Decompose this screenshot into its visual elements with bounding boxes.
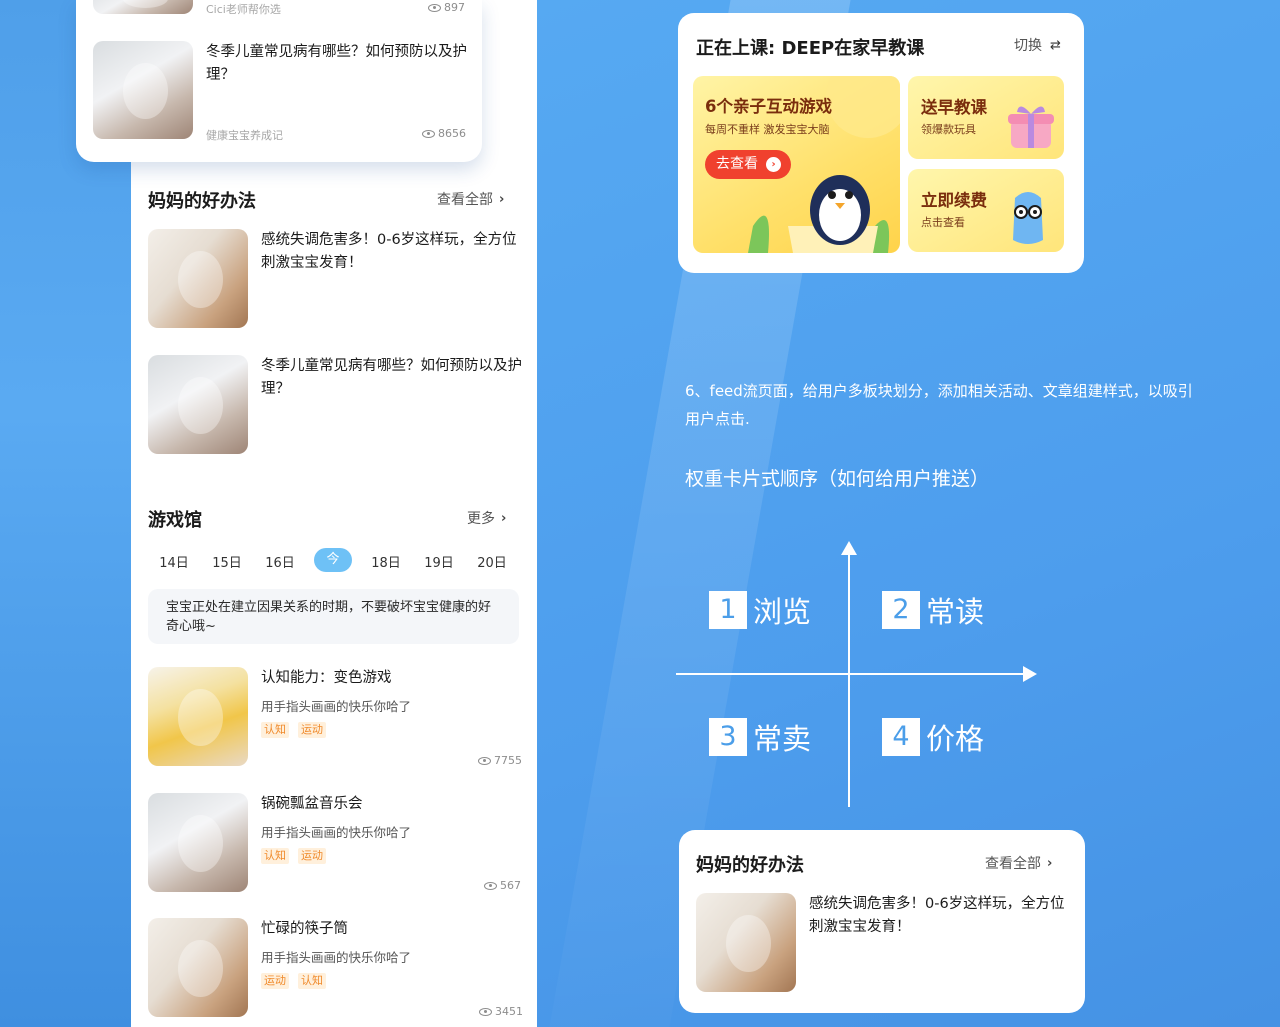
section-title-game-hall: 游戏馆 — [148, 510, 202, 531]
game-tag: 运动 — [298, 848, 326, 864]
view-all-button[interactable]: 查看全部 › — [437, 189, 504, 209]
game-thumbnail[interactable] — [148, 918, 248, 1017]
game-title[interactable]: 忙碌的筷子筒 — [261, 918, 348, 941]
eye-icon — [428, 3, 441, 12]
go-view-button[interactable]: 去查看 › — [705, 150, 791, 179]
gift-icon — [1008, 106, 1054, 148]
promo-title: 6个亲子互动游戏 — [705, 97, 832, 116]
article-source: 健康宝宝养成记 — [206, 129, 283, 142]
article-title[interactable]: 冬季儿童常见病有哪些？如何预防以及护理？ — [261, 355, 523, 401]
feed-top-card: Cici老师帮你选 897 冬季儿童常见病有哪些？如何预防以及护理？ 健康宝宝养… — [76, 0, 482, 162]
mascot-icon — [1013, 192, 1043, 244]
article-thumbnail[interactable] — [93, 41, 193, 139]
eye-icon — [484, 881, 497, 890]
quadrant-number: 4 — [882, 718, 920, 756]
promo-subtitle: 点击查看 — [921, 216, 965, 229]
quadrant-label: 常读 — [926, 595, 985, 629]
course-title: 正在上课: DEEP在家早教课 — [696, 38, 925, 59]
game-tag: 运动 — [298, 722, 326, 738]
eye-icon — [478, 756, 491, 765]
quadrant-price: 4 价格 — [882, 716, 984, 758]
date-tab[interactable]: 20日 — [473, 552, 511, 571]
game-views: 3451 — [479, 1005, 523, 1018]
arrow-right-icon: › — [766, 157, 781, 172]
article-views: 8656 — [422, 127, 466, 140]
game-tag: 认知 — [298, 973, 326, 989]
game-thumbnail[interactable] — [148, 667, 248, 766]
quadrant-browse: 1 浏览 — [709, 589, 811, 631]
section-title-moms-tips: 妈妈的好办法 — [148, 191, 256, 212]
game-tag: 运动 — [261, 973, 289, 989]
article-thumbnail[interactable] — [93, 0, 193, 14]
date-tab[interactable]: 15日 — [208, 552, 246, 571]
article-title[interactable]: 冬季儿童常见病有哪些？如何预防以及护理？ — [206, 41, 468, 87]
article-source: Cici老师帮你选 — [206, 3, 281, 16]
game-subtitle: 用手指头画画的快乐你哈了 — [261, 950, 412, 965]
article-title[interactable]: 感统失调危害多！0-6岁这样玩，全方位刺激宝宝发育！ — [809, 893, 1071, 939]
view-all-button[interactable]: 查看全部 › — [985, 853, 1052, 873]
chevron-right-icon: › — [1047, 855, 1053, 871]
date-tab[interactable]: 19日 — [420, 552, 458, 571]
quadrant-often-sold: 3 常卖 — [709, 716, 811, 758]
promo-subtitle: 每周不重样 激发宝宝大脑 — [705, 123, 830, 136]
swap-icon: ⇄ — [1050, 37, 1061, 53]
promo-subtitle: 领爆款玩具 — [921, 123, 976, 136]
eye-icon — [422, 129, 435, 138]
article-thumbnail[interactable] — [148, 229, 248, 328]
eye-icon — [479, 1007, 492, 1016]
promo-title: 立即续费 — [921, 191, 987, 210]
quadrant-number: 1 — [709, 591, 747, 629]
quadrant-label: 常卖 — [753, 722, 812, 756]
article-title[interactable]: 感统失调危害多！0-6岁这样玩，全方位刺激宝宝发育！ — [261, 229, 523, 275]
chevron-right-icon: › — [501, 510, 507, 526]
section-title-moms-tips: 妈妈的好办法 — [696, 855, 804, 876]
weight-axis-diagram — [676, 541, 1037, 807]
quadrant-label: 浏览 — [753, 595, 812, 629]
game-subtitle: 用手指头画画的快乐你哈了 — [261, 825, 412, 840]
quadrant-often-read: 2 常读 — [882, 589, 984, 631]
game-views: 7755 — [478, 754, 522, 767]
game-tag: 认知 — [261, 722, 289, 738]
game-tag: 认知 — [261, 848, 289, 864]
game-views: 567 — [484, 879, 521, 892]
quadrant-label: 价格 — [926, 722, 985, 756]
article-thumbnail[interactable] — [148, 355, 248, 454]
penguin-icon — [810, 175, 870, 245]
game-title[interactable]: 锅碗瓢盆音乐会 — [261, 793, 363, 816]
date-tab[interactable]: 18日 — [367, 552, 405, 571]
design-note: 6、feed流页面，给用户多板块划分，添加相关活动、文章组建样式，以吸引用户点击… — [685, 382, 1193, 428]
quadrant-number: 2 — [882, 591, 920, 629]
parenting-tip: 宝宝正处在建立因果关系的时期，不要破坏宝宝健康的好奇心哦~ — [148, 589, 519, 644]
date-tab[interactable]: 16日 — [261, 552, 299, 571]
order-heading: 权重卡片式顺序（如何给用户推送） — [685, 468, 990, 490]
game-subtitle: 用手指头画画的快乐你哈了 — [261, 699, 412, 714]
game-title[interactable]: 认知能力：变色游戏 — [261, 667, 392, 690]
date-tab[interactable]: 14日 — [155, 552, 193, 571]
more-games-button[interactable]: 更多 › — [467, 508, 506, 528]
promo-title: 送早教课 — [921, 98, 987, 117]
article-thumbnail[interactable] — [696, 893, 796, 992]
quadrant-number: 3 — [709, 718, 747, 756]
chevron-right-icon: › — [499, 191, 505, 207]
game-thumbnail[interactable] — [148, 793, 248, 892]
switch-course-button[interactable]: 切换 ⇄ — [1014, 35, 1061, 55]
article-views: 897 — [428, 1, 465, 14]
date-tab-today[interactable]: 今 — [314, 548, 352, 572]
